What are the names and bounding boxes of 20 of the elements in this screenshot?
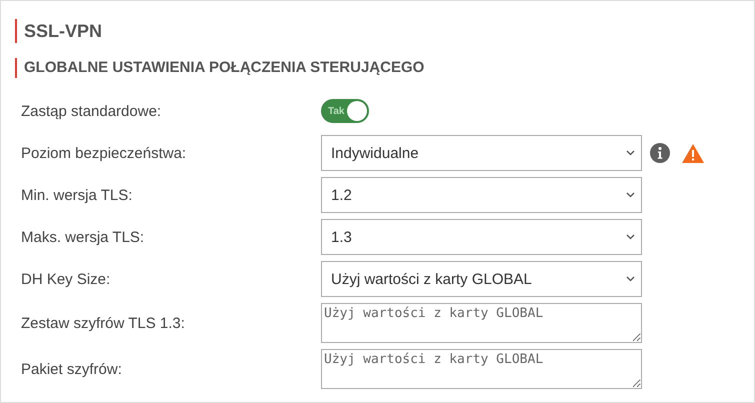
dropdown[interactable]: 1.2 (321, 177, 642, 213)
text-area[interactable]: Użyj wartości z karty GLOBAL (321, 303, 642, 343)
field-label: Pakiet szyfrów: (21, 360, 123, 378)
chevron-down-icon (626, 150, 635, 156)
field-label: Poziom bezpieczeństwa: (21, 144, 188, 162)
chevron-down-icon (626, 276, 635, 282)
chevron-down-icon (626, 192, 635, 198)
field-label: Zestaw szyfrów TLS 1.3: (21, 314, 186, 332)
text-area[interactable]: Użyj wartości z karty GLOBAL (321, 349, 642, 389)
field-label: Min. wersja TLS: (21, 186, 134, 204)
page-title: SSL-VPN (15, 19, 102, 43)
dropdown[interactable]: 1.3 (321, 219, 642, 255)
dropdown[interactable]: Użyj wartości z karty GLOBAL (321, 261, 642, 297)
chevron-down-icon (626, 234, 635, 240)
field-label: Maks. wersja TLS: (21, 228, 146, 246)
field-label: Zastąp standardowe: (21, 102, 162, 120)
dropdown[interactable]: Indywidualne (321, 135, 642, 171)
field-label: DH Key Size: (21, 270, 112, 288)
section-heading: GLOBALNE USTAWIENIA POŁĄCZENIA STERUJĄCEGO (15, 58, 424, 78)
info-icon[interactable] (650, 143, 670, 163)
